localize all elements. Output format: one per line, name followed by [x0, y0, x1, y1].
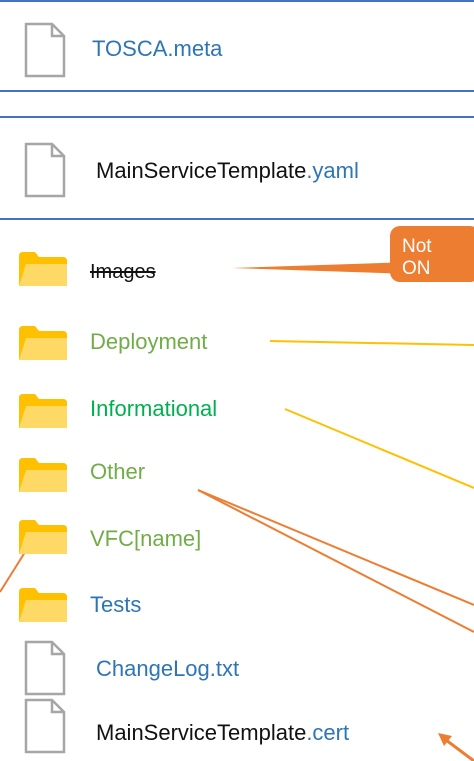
main-template-base: MainServiceTemplate	[96, 158, 307, 183]
document-icon	[24, 640, 66, 701]
divider-line	[0, 90, 474, 92]
cert-label: MainServiceTemplate.cert	[96, 722, 349, 744]
folder-icon	[18, 586, 68, 629]
document-icon	[24, 22, 66, 83]
callout-line1: Not	[402, 236, 432, 257]
callout-note: Not ON	[390, 226, 474, 282]
folder-vfc-label: VFC[name]	[90, 526, 202, 551]
folder-icon	[18, 456, 68, 499]
callout-line2: ON	[402, 258, 431, 279]
folder-deployment-label: Deployment	[90, 329, 208, 354]
cert-connector	[445, 738, 474, 761]
folder-icon	[18, 324, 68, 367]
main-template-ext: .yaml	[306, 158, 359, 183]
folder-images-label: Images	[90, 261, 156, 283]
other-connector-2	[197, 489, 474, 633]
changelog-label: ChangeLog.txt	[96, 656, 240, 681]
other-connector-1	[197, 489, 474, 606]
folder-informational-label: Informational	[90, 396, 218, 421]
document-icon	[24, 698, 66, 759]
top-border	[0, 0, 474, 2]
document-icon	[24, 142, 66, 203]
tosca-meta-label: TOSCA.meta	[92, 36, 223, 61]
folder-tests-label: Tests	[90, 592, 142, 617]
deployment-connector	[269, 340, 474, 346]
folder-icon	[18, 392, 68, 435]
images-connector	[232, 262, 412, 274]
folder-icon	[18, 518, 68, 561]
connector-lines	[0, 262, 474, 761]
cert-ext: .cert	[306, 720, 350, 745]
folder-other-label: Other	[90, 459, 146, 484]
folder-icon	[18, 250, 68, 293]
informational-connector	[284, 408, 474, 489]
cert-base: MainServiceTemplate	[96, 720, 307, 745]
main-template-label: MainServiceTemplate.yaml	[96, 160, 359, 182]
